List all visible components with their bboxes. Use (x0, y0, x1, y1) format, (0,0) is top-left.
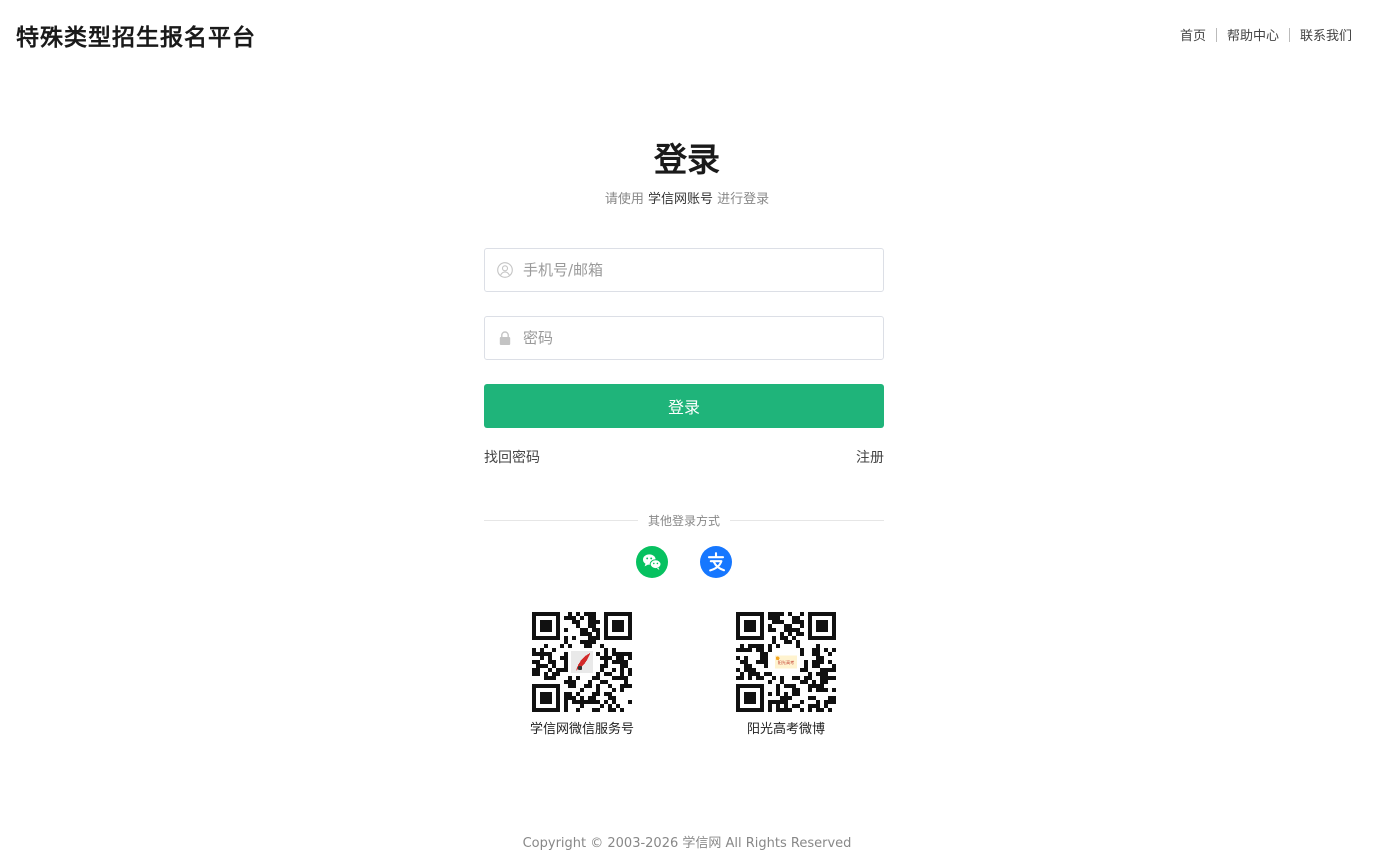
nav-home-link[interactable]: 首页 (1180, 25, 1206, 44)
copyright-text: Copyright © 2003-2026 学信网 All Rights Res… (522, 836, 852, 851)
other-login-divider: 其他登录方式 (484, 512, 885, 529)
alipay-icon (707, 552, 726, 572)
gaokao-logo-sun (775, 656, 780, 661)
password-input[interactable] (523, 317, 883, 359)
username-field[interactable] (484, 248, 884, 292)
site-title: 特殊类型招生报名平台 (16, 25, 256, 51)
qr-finder-core (540, 620, 552, 632)
qr-finder-core (540, 692, 552, 704)
divider-line (484, 520, 638, 521)
username-input[interactable] (523, 249, 883, 291)
register-link[interactable]: 注册 (856, 447, 884, 467)
login-subtitle-suffix: 进行登录 (717, 192, 770, 207)
wechat-icon (643, 554, 662, 570)
user-icon (497, 262, 513, 278)
alipay-login-button[interactable] (700, 546, 732, 578)
nav-divider (1215, 27, 1217, 42)
wechat-service-qr-block: 学信网微信服务号 (512, 612, 652, 737)
forgot-password-link[interactable]: 找回密码 (484, 447, 540, 467)
nav-divider (1288, 27, 1290, 42)
password-field[interactable] (484, 316, 884, 360)
weibo-qr-block: 阳光高考 阳光高考微博 (716, 612, 856, 737)
login-subtitle-account: 学信网账号 (647, 192, 713, 207)
wechat-service-qr-caption: 学信网微信服务号 (529, 722, 634, 737)
login-button[interactable]: 登录 (484, 384, 884, 428)
top-nav: 首页 帮助中心 联系我们 (1180, 25, 1352, 44)
wechat-service-qr-code (532, 612, 632, 712)
qr-finder-core (744, 620, 756, 632)
login-title: 登录 (654, 140, 720, 179)
other-login-label: 其他登录方式 (648, 514, 721, 528)
qr-finder-core (816, 620, 828, 632)
login-subtitle: 请使用 学信网账号 进行登录 (0, 188, 1374, 207)
nav-contact-link[interactable]: 联系我们 (1300, 25, 1352, 44)
weibo-qr-caption: 阳光高考微博 (746, 722, 825, 737)
nav-help-link[interactable]: 帮助中心 (1227, 25, 1279, 44)
login-page: 特殊类型招生报名平台 首页 帮助中心 联系我们 登录 请使用 学信网账号 进行登… (0, 0, 1374, 857)
qr-finder-core (612, 620, 624, 632)
login-subtitle-prefix: 请使用 (604, 192, 644, 207)
lock-icon (499, 331, 511, 345)
wechat-login-button[interactable] (636, 546, 668, 578)
divider-line (730, 520, 885, 521)
weibo-qr-code: 阳光高考 (736, 612, 836, 712)
chsi-logo-dot (577, 665, 583, 671)
qr-finder-core (744, 692, 756, 704)
gaokao-logo-text: 阳光高考 (778, 659, 795, 666)
